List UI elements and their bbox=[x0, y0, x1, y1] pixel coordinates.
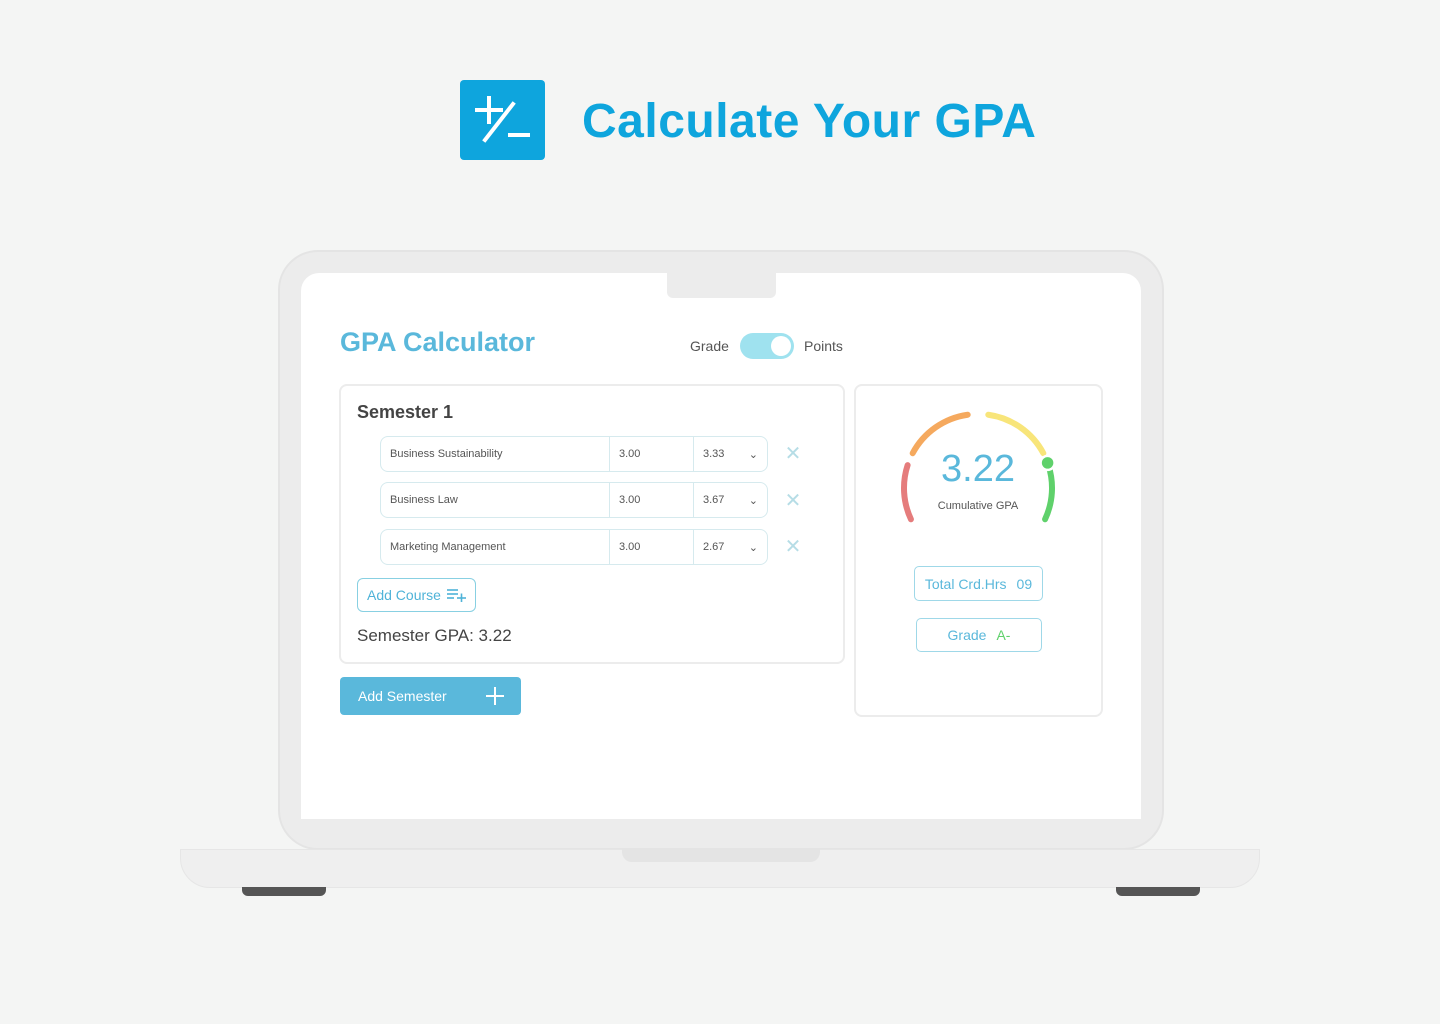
cumulative-gpa-value: 3.22 bbox=[941, 448, 1015, 490]
total-credits-badge: Total Crd.Hrs 09 bbox=[914, 566, 1043, 601]
letter-grade: A- bbox=[996, 627, 1011, 643]
cumulative-gpa-label: Cumulative GPA bbox=[937, 500, 1019, 512]
credits-label: Total Crd.Hrs bbox=[924, 575, 1007, 592]
grade-badge: Grade A- bbox=[916, 618, 1042, 652]
grade-label: Grade bbox=[947, 627, 987, 643]
credits-value: 09 bbox=[1016, 575, 1033, 592]
gpa-gauge bbox=[901, 411, 1056, 523]
